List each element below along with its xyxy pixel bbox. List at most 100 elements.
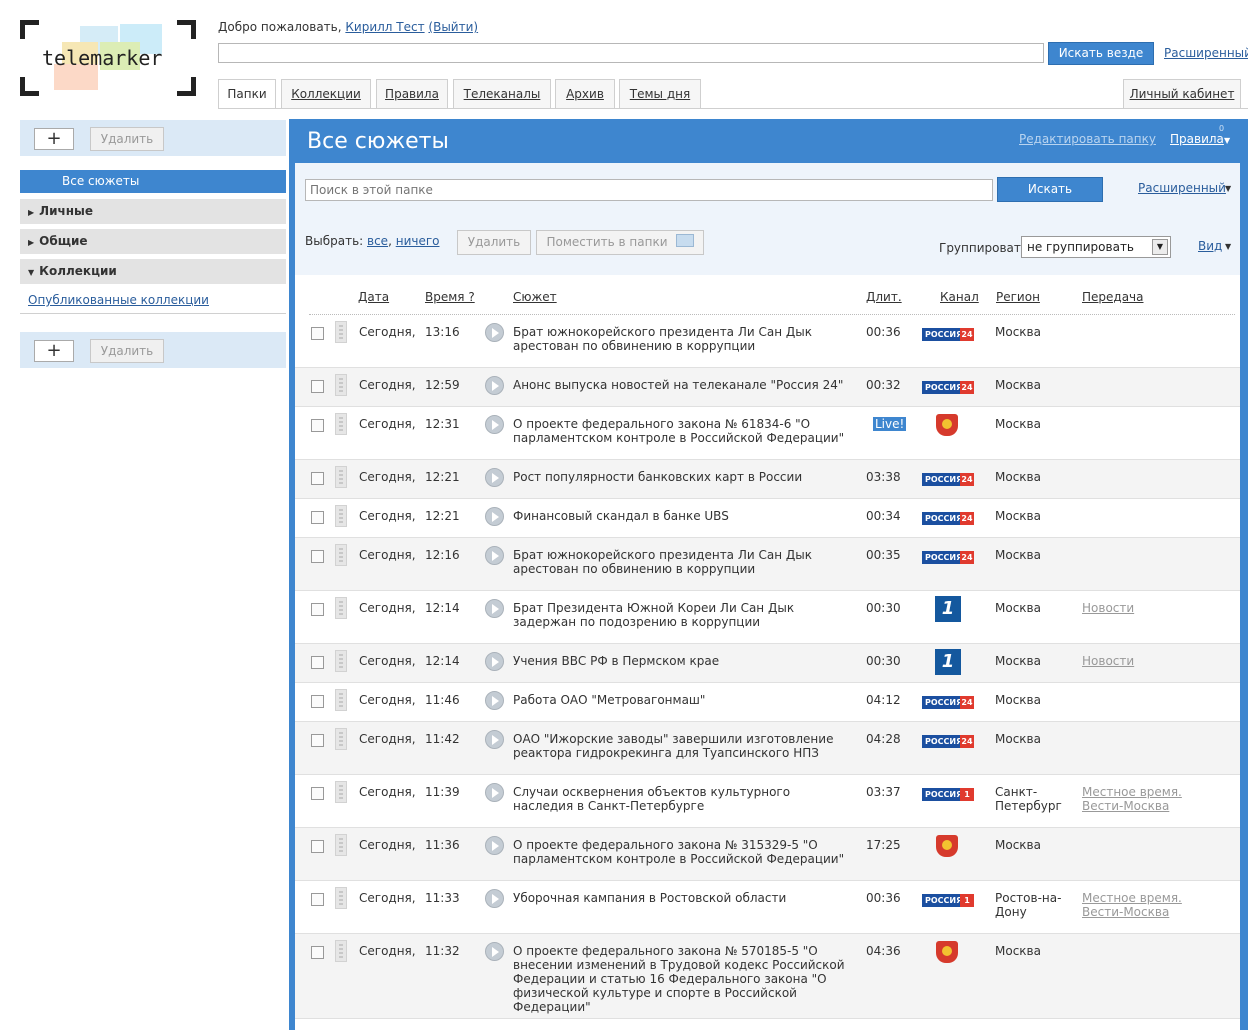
row-checkbox[interactable] xyxy=(311,603,324,616)
column-show[interactable]: Передача xyxy=(1082,290,1144,304)
drag-handle-icon[interactable] xyxy=(335,321,347,343)
add-folder-button[interactable]: + xyxy=(34,128,74,150)
table-row[interactable]: Сегодня, 11:32 О проекте федерального зако… xyxy=(295,934,1240,1019)
drag-handle-icon[interactable] xyxy=(335,374,347,396)
select-none-link[interactable]: ничего xyxy=(396,234,440,248)
drag-handle-icon[interactable] xyxy=(335,834,347,856)
tab-topics[interactable]: Темы дня xyxy=(619,79,701,108)
folder-search-button[interactable]: Искать xyxy=(997,177,1103,202)
play-icon[interactable] xyxy=(485,836,504,855)
row-plot-title[interactable]: Случаи осквернения объектов культурного … xyxy=(513,785,849,813)
drag-handle-icon[interactable] xyxy=(335,887,347,909)
row-checkbox[interactable] xyxy=(311,695,324,708)
delete-stories-button[interactable]: Удалить xyxy=(457,230,531,255)
tab-folders[interactable]: Папки xyxy=(218,79,276,109)
row-plot-title[interactable]: Рост популярности банковских карт в Росс… xyxy=(513,470,849,484)
row-checkbox[interactable] xyxy=(311,893,324,906)
tab-rules[interactable]: Правила xyxy=(376,79,448,108)
row-plot-title[interactable]: Анонс выпуска новостей на телеканале "Ро… xyxy=(513,378,849,392)
drag-handle-icon[interactable] xyxy=(335,781,347,803)
row-checkbox[interactable] xyxy=(311,787,324,800)
row-plot-title[interactable]: О проекте федерального закона № 61834-6 … xyxy=(513,417,849,445)
global-search-input[interactable] xyxy=(218,43,1044,63)
column-time[interactable]: Время ? xyxy=(425,290,475,304)
table-row[interactable]: Сегодня, 12:21 Рост популярности банковски… xyxy=(295,460,1240,499)
user-name-link[interactable]: Кирилл Тест xyxy=(345,20,424,34)
column-date[interactable]: Дата xyxy=(358,290,389,304)
row-plot-title[interactable]: Брат южнокорейского президента Ли Сан Ды… xyxy=(513,548,849,576)
play-icon[interactable] xyxy=(485,942,504,961)
search-everywhere-button[interactable]: Искать везде xyxy=(1048,42,1154,65)
chevron-down-icon[interactable]: ▼ xyxy=(1225,242,1231,251)
table-row[interactable]: Сегодня, 12:16 Брат южнокорейского президе… xyxy=(295,538,1240,591)
drag-handle-icon[interactable] xyxy=(335,544,347,566)
row-plot-title[interactable]: Брат южнокорейского президента Ли Сан Ды… xyxy=(513,325,849,353)
logout-link[interactable]: (Выйти) xyxy=(428,20,478,34)
row-show-link[interactable]: Местное время. Вести-Москва xyxy=(1082,785,1192,813)
column-channel[interactable]: Канал xyxy=(940,290,979,304)
play-icon[interactable] xyxy=(485,468,504,487)
edit-folder-link[interactable]: Редактировать папку xyxy=(1019,132,1156,146)
row-show-link[interactable]: Новости xyxy=(1082,601,1192,615)
table-row[interactable]: Сегодня, 11:33 Уборочная кампания в Ростов… xyxy=(295,881,1240,934)
drag-handle-icon[interactable] xyxy=(335,505,347,527)
tab-collections[interactable]: Коллекции xyxy=(281,79,371,108)
drag-handle-icon[interactable] xyxy=(335,689,347,711)
table-row[interactable]: Сегодня, 12:21 Финансовый скандал в банке … xyxy=(295,499,1240,538)
view-menu-link[interactable]: Вид xyxy=(1198,239,1222,253)
play-icon[interactable] xyxy=(485,376,504,395)
table-row[interactable]: Сегодня, 11:36 О проекте федерального зако… xyxy=(295,828,1240,881)
table-row[interactable]: Сегодня, 11:42 ОАО "Ижорские заводы" завер… xyxy=(295,722,1240,775)
play-icon[interactable] xyxy=(485,599,504,618)
move-to-folders-button[interactable]: Поместить в папки xyxy=(536,230,704,255)
row-show-link[interactable]: Новости xyxy=(1082,654,1192,668)
row-plot-title[interactable]: Финансовый скандал в банке UBS xyxy=(513,509,849,523)
rules-link[interactable]: Правила xyxy=(1170,132,1224,146)
row-checkbox[interactable] xyxy=(311,946,324,959)
group-by-select[interactable]: не группировать ▼ xyxy=(1021,236,1171,258)
sidebar-group-common[interactable]: ▶ Общие xyxy=(20,229,286,254)
row-plot-title[interactable]: О проекте федерального закона № 570185-5… xyxy=(513,944,849,1014)
dropdown-arrow-icon[interactable]: ▼ xyxy=(1152,239,1168,255)
play-icon[interactable] xyxy=(485,783,504,802)
row-checkbox[interactable] xyxy=(311,550,324,563)
delete-collection-button[interactable]: Удалить xyxy=(90,339,164,363)
column-plot[interactable]: Сюжет xyxy=(513,290,557,304)
table-row[interactable]: Сегодня, 12:14 Учения ВВС РФ в Пермском кр… xyxy=(295,644,1240,683)
telemarker-logo[interactable]: telemarker xyxy=(20,20,196,96)
tab-archive[interactable]: Архив xyxy=(555,79,615,108)
column-region[interactable]: Регион xyxy=(996,290,1040,304)
table-row[interactable]: Сегодня, 13:16 Брат южнокорейского президе… xyxy=(295,315,1240,368)
row-plot-title[interactable]: Учения ВВС РФ в Пермском крае xyxy=(513,654,849,668)
row-plot-title[interactable]: О проекте федерального закона № 315329-5… xyxy=(513,838,849,866)
sidebar-group-collections[interactable]: ▼ Коллекции xyxy=(20,259,286,284)
tab-channels[interactable]: Телеканалы xyxy=(453,79,551,108)
table-row[interactable]: Сегодня, 11:46 Работа ОАО "Метровагонмаш" 0… xyxy=(295,683,1240,722)
sidebar-group-personal[interactable]: ▶ Личные xyxy=(20,199,286,224)
play-icon[interactable] xyxy=(485,652,504,671)
play-icon[interactable] xyxy=(485,507,504,526)
row-checkbox[interactable] xyxy=(311,734,324,747)
row-plot-title[interactable]: Брат Президента Южной Кореи Ли Сан Дык з… xyxy=(513,601,849,629)
table-row[interactable]: Сегодня, 12:14 Брат Президента Южной Кореи… xyxy=(295,591,1240,644)
row-checkbox[interactable] xyxy=(311,656,324,669)
drag-handle-icon[interactable] xyxy=(335,940,347,962)
add-collection-button[interactable]: + xyxy=(34,340,74,362)
row-checkbox[interactable] xyxy=(311,380,324,393)
row-show-link[interactable]: Местное время. Вести-Москва xyxy=(1082,891,1192,919)
folder-advanced-search-link[interactable]: Расширенный xyxy=(1138,181,1226,195)
table-row[interactable]: Сегодня, 12:59 Анонс выпуска новостей на т… xyxy=(295,368,1240,407)
drag-handle-icon[interactable] xyxy=(335,597,347,619)
chevron-down-icon[interactable]: ▼ xyxy=(1225,184,1231,193)
drag-handle-icon[interactable] xyxy=(335,650,347,672)
play-icon[interactable] xyxy=(485,323,504,342)
row-plot-title[interactable]: ОАО "Ижорские заводы" завершили изготовл… xyxy=(513,732,849,760)
play-icon[interactable] xyxy=(485,691,504,710)
drag-handle-icon[interactable] xyxy=(335,466,347,488)
play-icon[interactable] xyxy=(485,415,504,434)
row-checkbox[interactable] xyxy=(311,840,324,853)
chevron-down-icon[interactable]: ▼ xyxy=(1224,136,1230,145)
table-row[interactable]: Сегодня, 11:39 Случаи осквернения объектов… xyxy=(295,775,1240,828)
personal-cabinet-tab[interactable]: Личный кабинет xyxy=(1123,79,1241,108)
play-icon[interactable] xyxy=(485,889,504,908)
